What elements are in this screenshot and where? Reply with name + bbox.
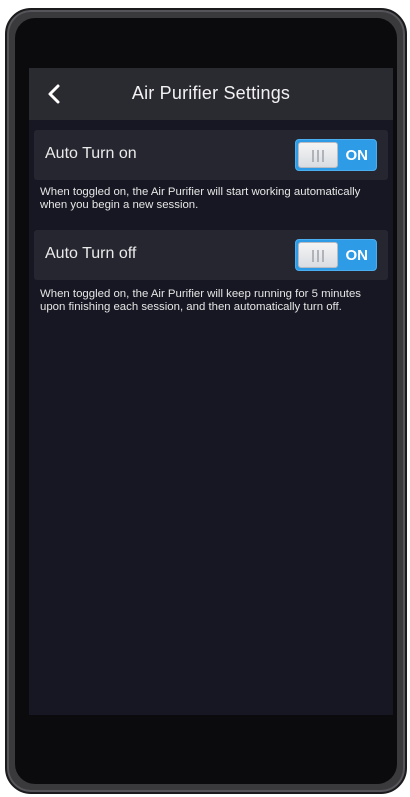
setting-label-auto-turn-on: Auto Turn on [45,145,137,162]
setting-description-auto-turn-on: When toggled on, the Air Purifier will s… [40,186,361,211]
back-button[interactable] [39,78,71,110]
page-title: Air Purifier Settings [131,83,291,103]
grip-line [312,250,314,262]
title-bar: Air Purifier Settings [29,68,393,120]
setting-description-auto-turn-off: When toggled on, the Air Purifier will k… [40,288,362,313]
grip-line [322,150,324,162]
grip-line [317,150,319,162]
grip-line [322,250,324,262]
chevron-left-icon [48,84,60,104]
setting-row-auto-turn-off: Auto Turn off ON [34,230,388,280]
auto-turn-off-toggle[interactable]: ON [295,239,377,271]
app-screen: Air Purifier Settings Auto Turn on ON Wh… [29,68,393,715]
toggle-state-label: ON [345,147,369,164]
setting-row-auto-turn-on: Auto Turn on ON [34,130,388,180]
toggle-knob [298,142,338,168]
setting-label-auto-turn-off: Auto Turn off [45,245,137,262]
toggle-knob [298,242,338,268]
toggle-state-label: ON [345,247,369,264]
auto-turn-on-toggle[interactable]: ON [295,139,377,171]
grip-line [312,150,314,162]
grip-line [317,250,319,262]
